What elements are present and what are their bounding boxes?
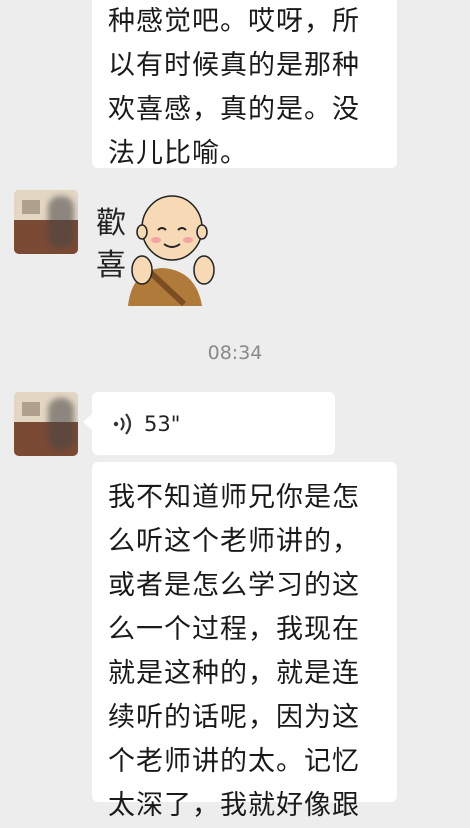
voice-wave-icon [113, 412, 132, 435]
sticker-char-1: 歡 [96, 206, 126, 241]
message-text: 种感觉吧。哎呀，所 以有时候真的是那种 欢喜感，真的是。没 法儿比喻。 [108, 6, 360, 169]
voice-duration: 53" [144, 411, 181, 436]
sticker-char-2: 喜 [96, 248, 126, 283]
message-bubble-2[interactable]: 我不知道师兄你是怎 么听这个老师讲的， 或者是怎么学习的这 么一个过程，我现在 … [92, 462, 397, 821]
voice-message-bubble[interactable]: 53" [92, 392, 335, 455]
sticker-huanxi[interactable]: 歡 喜 [92, 188, 232, 308]
avatar[interactable] [14, 392, 78, 456]
timestamp: 08:34 [207, 342, 263, 364]
avatar[interactable] [14, 190, 78, 254]
message-text: 我不知道师兄你是怎 么听这个老师讲的， 或者是怎么学习的这 么一个过程，我现在 … [108, 482, 360, 821]
message-bubble-1[interactable]: 种感觉吧。哎呀，所 以有时候真的是那种 欢喜感，真的是。没 法儿比喻。 [92, 0, 397, 169]
